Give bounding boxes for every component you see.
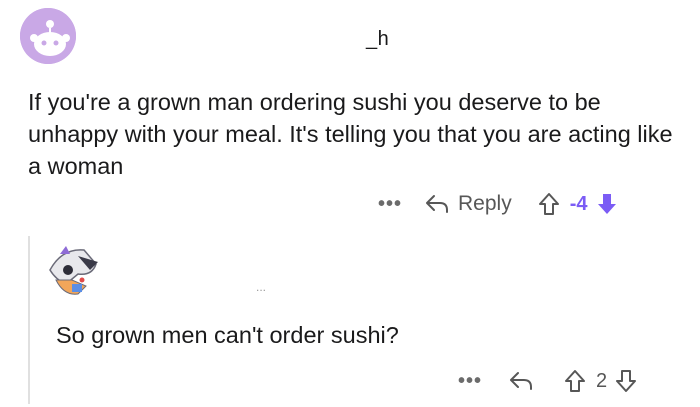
thread-line bbox=[28, 236, 30, 404]
downvote-icon[interactable] bbox=[596, 192, 618, 216]
reply-actions: ••• 2 bbox=[458, 364, 637, 398]
reply-user-avatar[interactable] bbox=[42, 240, 104, 302]
reply-vote-score: 2 bbox=[596, 369, 608, 392]
reply-body: So grown men can't order sushi? bbox=[56, 322, 399, 348]
user-avatar[interactable] bbox=[20, 8, 76, 64]
comment-actions: ••• Reply -4 bbox=[378, 186, 618, 222]
reply-username[interactable]: ... bbox=[256, 280, 266, 294]
custom-avatar-icon bbox=[42, 240, 104, 302]
downvote-icon[interactable] bbox=[615, 369, 637, 393]
reply-arrow-icon bbox=[510, 372, 533, 390]
reply-vote-controls: 2 bbox=[564, 369, 637, 393]
reply-button[interactable]: Reply bbox=[424, 192, 512, 216]
reply-reply-button[interactable] bbox=[508, 370, 542, 392]
comment-username[interactable]: _h bbox=[366, 28, 389, 51]
reply-more-options-button[interactable]: ••• bbox=[458, 371, 482, 391]
vote-controls: -4 bbox=[538, 192, 618, 216]
reply-arrow-icon bbox=[426, 195, 449, 213]
reply-label: Reply bbox=[458, 192, 512, 215]
more-options-button[interactable]: ••• bbox=[378, 194, 402, 214]
upvote-icon[interactable] bbox=[538, 192, 560, 216]
comment-body: If you're a grown man ordering sushi you… bbox=[28, 89, 673, 179]
vote-score: -4 bbox=[569, 192, 588, 215]
reddit-snoo-icon bbox=[20, 8, 76, 64]
upvote-icon[interactable] bbox=[564, 369, 586, 393]
